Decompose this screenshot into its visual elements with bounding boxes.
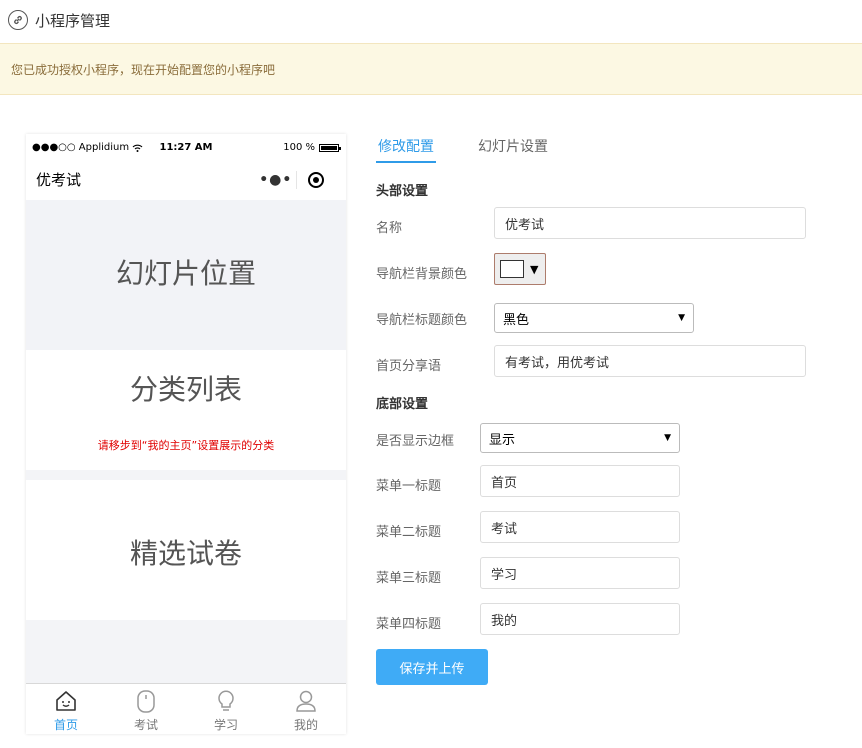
category-text: 分类列表 — [129, 373, 242, 406]
tab-modify-config[interactable]: 修改配置 — [378, 136, 434, 156]
menu4-input[interactable]: 我的 — [480, 603, 680, 635]
close-target-icon[interactable] — [296, 172, 336, 188]
nav-bg-color-picker[interactable]: ▼ — [494, 253, 546, 285]
menu2-input[interactable]: 考试 — [480, 511, 680, 543]
slide-placeholder: 幻灯片位置 — [26, 200, 346, 350]
tab-label: 考试 — [133, 718, 158, 732]
featured-papers-placeholder: 精选试卷 — [26, 480, 346, 620]
select-value: 显示 — [489, 432, 516, 448]
share-label: 首页分享语 — [376, 359, 442, 374]
select-value: 黑色 — [503, 312, 530, 328]
exam-icon — [134, 689, 158, 713]
capsule-menu: •●• — [256, 165, 336, 195]
more-icon[interactable]: •●• — [256, 172, 296, 188]
name-label: 名称 — [376, 221, 403, 236]
tab-slide-settings[interactable]: 幻灯片设置 — [478, 136, 548, 156]
color-swatch — [500, 260, 524, 278]
lightbulb-icon — [214, 689, 238, 713]
caret-down-icon: ▼ — [530, 262, 539, 276]
slide-text: 幻灯片位置 — [115, 257, 256, 290]
tab-label: 学习 — [213, 718, 238, 732]
border-select[interactable]: 显示 ▼ — [480, 423, 680, 453]
user-icon — [294, 689, 318, 713]
border-label: 是否显示边框 — [376, 434, 455, 449]
caret-down-icon: ▼ — [664, 433, 671, 443]
save-upload-button[interactable]: 保存并上传 — [376, 649, 488, 685]
nav-bg-color-label: 导航栏背景颜色 — [376, 267, 468, 282]
share-input[interactable]: 有考试，用优考试 — [494, 345, 806, 377]
menu1-input[interactable]: 首页 — [480, 465, 680, 497]
tab-label: 首页 — [53, 718, 78, 732]
papers-text: 精选试卷 — [129, 537, 242, 570]
navbar-title: 优考试 — [36, 171, 82, 189]
tab-bar: 首页 考试 学习 我的 — [26, 683, 346, 734]
battery-text: 100 % — [283, 142, 315, 153]
nav-title-color-select[interactable]: 黑色 ▼ — [494, 303, 694, 333]
menu3-input[interactable]: 学习 — [480, 557, 680, 589]
menu2-label: 菜单二标题 — [376, 525, 442, 540]
authorization-notice: 您已成功授权小程序，现在开始配置您的小程序吧 — [0, 43, 862, 95]
notice-text: 您已成功授权小程序，现在开始配置您的小程序吧 — [11, 62, 276, 77]
tab-mine[interactable]: 我的 — [266, 684, 346, 734]
header-section-title: 头部设置 — [376, 184, 429, 199]
menu1-label: 菜单一标题 — [376, 479, 442, 494]
status-bar: ●●●○○ Applidium 11:27 AM 100 % — [26, 134, 346, 160]
home-icon — [54, 689, 78, 713]
name-input[interactable]: 优考试 — [494, 207, 806, 239]
tab-study[interactable]: 学习 — [186, 684, 266, 734]
link-icon — [8, 10, 28, 30]
nav-title-color-label: 导航栏标题颜色 — [376, 313, 468, 328]
active-tab-indicator — [376, 161, 436, 163]
phone-preview: ●●●○○ Applidium 11:27 AM 100 % 优考试 •●• 幻… — [26, 134, 346, 734]
mini-program-navbar: 优考试 •●• — [26, 160, 346, 200]
category-hint: 请移步到“我的主页”设置展示的分类 — [97, 439, 275, 452]
tab-home[interactable]: 首页 — [26, 684, 106, 734]
page-title: 小程序管理 — [35, 11, 111, 30]
battery-icon — [319, 143, 341, 152]
app-header: 小程序管理 — [0, 0, 862, 40]
footer-section-title: 底部设置 — [376, 397, 429, 412]
caret-down-icon: ▼ — [678, 313, 685, 323]
menu3-label: 菜单三标题 — [376, 571, 442, 586]
category-list-placeholder: 分类列表 请移步到“我的主页”设置展示的分类 — [26, 350, 346, 470]
battery: 100 % — [283, 142, 341, 153]
menu4-label: 菜单四标题 — [376, 617, 442, 632]
tab-exam[interactable]: 考试 — [106, 684, 186, 734]
tab-label: 我的 — [293, 718, 318, 732]
